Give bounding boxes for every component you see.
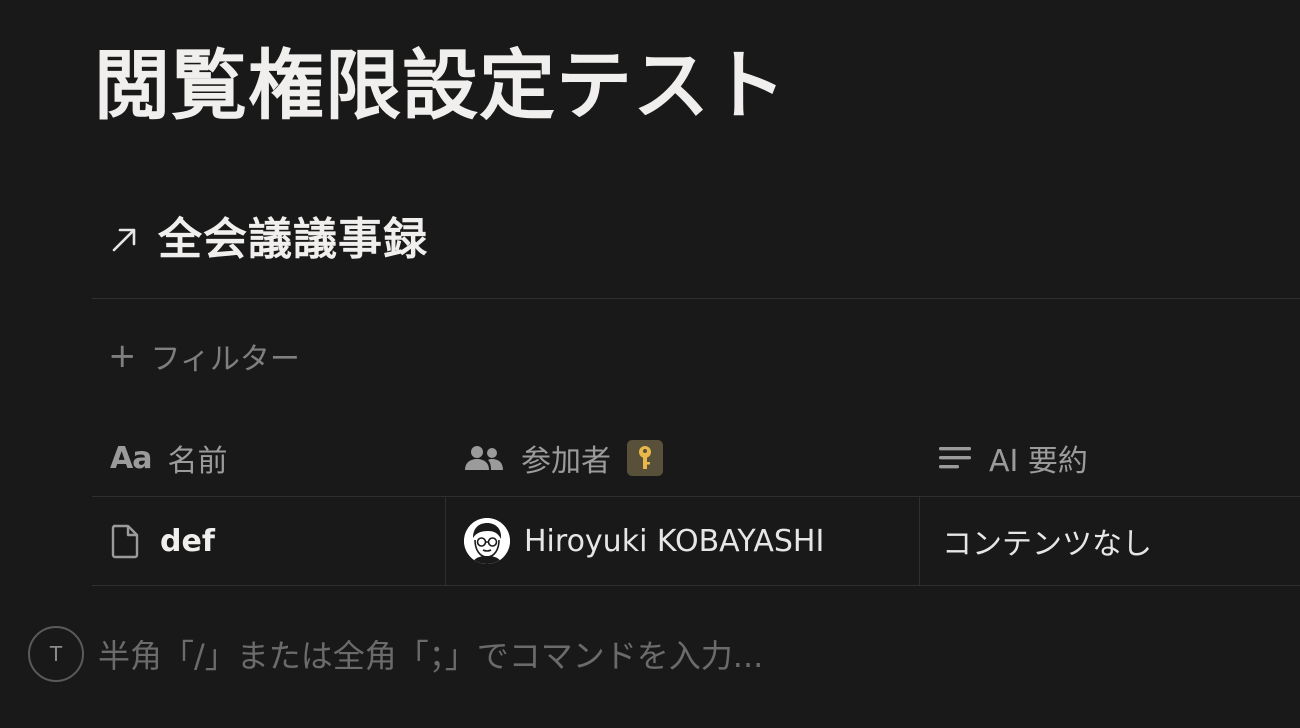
command-input-placeholder[interactable]: 半角「/」または全角「；」でコマンドを入力... <box>98 631 763 677</box>
database-table: Aa 名前 参加者 AI 要約 def Hiroyuki KOBAYASHI コ… <box>92 420 1300 586</box>
column-header-name[interactable]: Aa 名前 <box>92 420 445 496</box>
table-header: Aa 名前 参加者 AI 要約 <box>92 420 1300 497</box>
column-label: 名前 <box>167 444 228 479</box>
page: 閲覧権限設定テスト 全会議議事録 + フィルター Aa 名前 参加者 AI 要約… <box>0 0 1300 728</box>
cell-ai-summary[interactable]: コンテンツなし <box>919 497 1300 585</box>
column-header-ai-summary[interactable]: AI 要約 <box>919 420 1300 496</box>
table-body: def Hiroyuki KOBAYASHI コンテンツなし <box>92 497 1300 586</box>
table-row[interactable]: def Hiroyuki KOBAYASHI コンテンツなし <box>92 497 1300 586</box>
column-label: 参加者 <box>521 444 611 479</box>
divider <box>92 298 1300 299</box>
cell-participants[interactable]: Hiroyuki KOBAYASHI <box>445 497 919 585</box>
add-filter-button[interactable]: + フィルター <box>108 334 300 378</box>
text-lines-icon <box>937 443 973 473</box>
arrow-up-right-icon <box>106 222 142 258</box>
avatar <box>464 518 510 564</box>
user-avatar: T <box>28 626 84 682</box>
cell-name[interactable]: def <box>92 497 445 585</box>
plus-icon: + <box>108 336 137 376</box>
page-title[interactable]: 閲覧権限設定テスト <box>94 36 787 136</box>
participant-name[interactable]: Hiroyuki KOBAYASHI <box>524 524 824 559</box>
text-type-icon: Aa <box>110 440 152 476</box>
people-icon <box>463 443 505 473</box>
ai-summary-text: コンテンツなし <box>942 527 1152 562</box>
page-icon <box>110 523 140 559</box>
key-icon[interactable] <box>627 440 663 476</box>
filter-label: フィルター <box>150 342 300 377</box>
linked-database-title[interactable]: 全会議議事録 <box>106 210 428 270</box>
column-header-participants[interactable]: 参加者 <box>445 420 919 496</box>
row-title[interactable]: def <box>160 524 215 559</box>
database-title[interactable]: 全会議議事録 <box>158 210 428 270</box>
column-label: AI 要約 <box>989 444 1088 479</box>
block-composer[interactable]: T 半角「/」または全角「；」でコマンドを入力... <box>28 626 763 682</box>
